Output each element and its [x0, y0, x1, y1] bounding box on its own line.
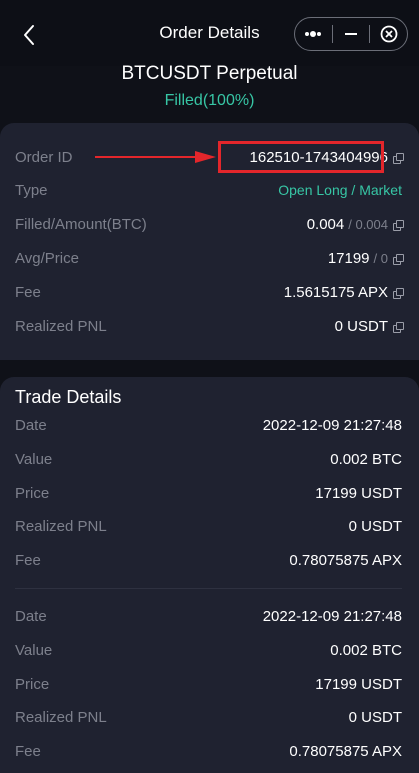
- trade-fee-row: Fee 0.78075875 APX: [15, 741, 402, 761]
- annotation-highlight-box: [218, 141, 384, 173]
- filled-value: 0.004: [306, 215, 345, 233]
- trade-fee-label: Fee: [15, 551, 41, 569]
- trade-value-label: Value: [15, 450, 53, 468]
- fee-value-wrap: 1.5615175 APX: [283, 283, 404, 301]
- trade-price-row: Price 17199 USDT: [15, 674, 402, 694]
- trade-fee-row: Fee 0.78075875 APX: [15, 550, 402, 570]
- order-details-screen: Order Details BTCUSDT Perpetual Filled(1…: [0, 0, 419, 773]
- copy-icon[interactable]: [393, 321, 404, 333]
- trade-price-value: 17199 USDT: [315, 675, 402, 693]
- close-button[interactable]: [370, 18, 407, 50]
- trade-pnl-label: Realized PNL: [15, 517, 107, 535]
- trade-date-label: Date: [15, 607, 47, 625]
- copy-icon[interactable]: [393, 253, 404, 265]
- annotation-arrow-icon: [95, 151, 216, 163]
- filled-label: Filled/Amount(BTC): [15, 215, 147, 233]
- trade-value-label: Value: [15, 641, 53, 659]
- minus-icon: [345, 33, 357, 35]
- trade-price-row: Price 17199 USDT: [15, 483, 402, 503]
- trade-fee-value: 0.78075875 APX: [289, 742, 402, 760]
- copy-icon[interactable]: [393, 152, 404, 164]
- realized-pnl-label: Realized PNL: [15, 317, 107, 335]
- trade-price-label: Price: [15, 484, 50, 502]
- avg-value: 17199: [327, 249, 370, 267]
- trade-divider: [15, 588, 402, 589]
- trade-details-title: Trade Details: [15, 387, 122, 407]
- pair-name: BTCUSDT Perpetual: [121, 63, 298, 84]
- trade-fee-value: 0.78075875 APX: [289, 551, 402, 569]
- trade-value-row: Value 0.002 BTC: [15, 449, 402, 469]
- trade-pnl-value: 0 USDT: [348, 708, 402, 726]
- trade-date-value: 2022-12-09 21:27:48: [262, 416, 402, 434]
- more-button[interactable]: [295, 18, 332, 50]
- fee-label: Fee: [15, 283, 41, 301]
- trade-pnl-value: 0 USDT: [348, 517, 402, 535]
- trade-fee-label: Fee: [15, 742, 41, 760]
- type-value: Open Long / Market: [278, 182, 402, 198]
- realized-pnl-value: 0 USDT: [334, 317, 388, 335]
- filled-row: Filled/Amount(BTC) 0.004 / 0.004: [15, 214, 404, 234]
- copy-icon[interactable]: [393, 287, 404, 299]
- trade-value-row: Value 0.002 BTC: [15, 640, 402, 660]
- realized-pnl-value-wrap: 0 USDT: [334, 317, 404, 335]
- trade-pnl-row: Realized PNL 0 USDT: [15, 707, 402, 727]
- type-label: Type: [15, 181, 48, 199]
- order-id-label: Order ID: [15, 148, 73, 166]
- more-dots-icon: [305, 31, 322, 37]
- trade-date-value: 2022-12-09 21:27:48: [262, 607, 402, 625]
- trade-value-value: 0.002 BTC: [330, 450, 402, 468]
- trade-date-label: Date: [15, 416, 47, 434]
- pair-header: BTCUSDT Perpetual Filled(100%): [0, 62, 419, 111]
- minimize-button[interactable]: [333, 18, 370, 50]
- trade-pnl-row: Realized PNL 0 USDT: [15, 516, 402, 536]
- trade-date-row: Date 2022-12-09 21:27:48: [15, 606, 402, 626]
- avg-price-row: Avg/Price 17199 / 0: [15, 248, 404, 268]
- price-value: / 0: [373, 250, 388, 266]
- fee-value: 1.5615175 APX: [283, 283, 388, 301]
- trade-pnl-label: Realized PNL: [15, 708, 107, 726]
- avg-price-value-wrap: 17199 / 0: [327, 249, 404, 267]
- avg-price-label: Avg/Price: [15, 249, 79, 267]
- type-row: Type Open Long / Market: [15, 180, 402, 200]
- fee-row: Fee 1.5615175 APX: [15, 282, 404, 302]
- trade-price-label: Price: [15, 675, 50, 693]
- realized-pnl-row: Realized PNL 0 USDT: [15, 316, 404, 336]
- nav-bar: Order Details: [0, 0, 419, 66]
- trade-value-value: 0.002 BTC: [330, 641, 402, 659]
- trade-date-row: Date 2022-12-09 21:27:48: [15, 415, 402, 435]
- trade-price-value: 17199 USDT: [315, 484, 402, 502]
- fill-status: Filled(100%): [164, 92, 255, 109]
- filled-amount: / 0.004: [348, 216, 388, 232]
- mini-program-capsule: [294, 17, 408, 51]
- filled-value-wrap: 0.004 / 0.004: [306, 215, 404, 233]
- copy-icon[interactable]: [393, 219, 404, 231]
- close-circle-icon: [380, 25, 398, 43]
